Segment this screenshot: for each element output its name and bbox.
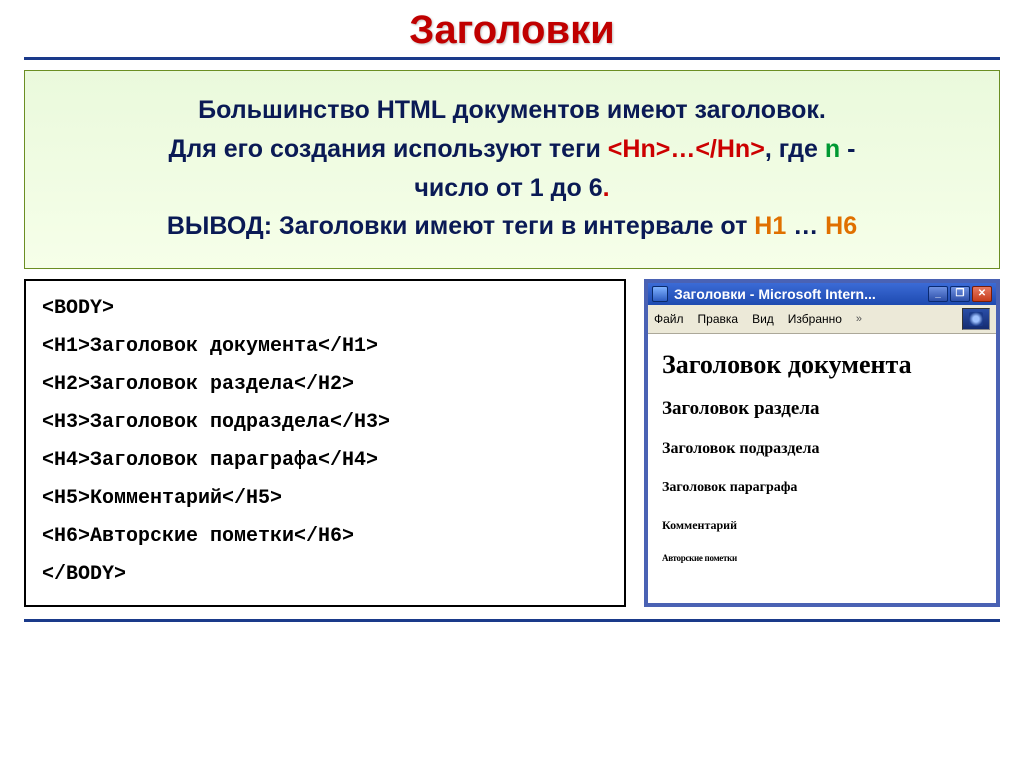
menu-overflow-icon[interactable]: » — [856, 313, 862, 325]
hero-tag-close: </Hn> — [695, 135, 764, 163]
hero-line2-c: - — [840, 135, 855, 163]
close-button[interactable]: ✕ — [972, 286, 992, 302]
window-controls: _ ❐ ✕ — [928, 286, 992, 302]
render-h6: Авторские пометки — [662, 553, 982, 563]
slide-title: Заголовки — [24, 8, 1000, 57]
hero-line3: число от 1 до 6 — [414, 174, 602, 202]
browser-content: Заголовок документа Заголовок раздела За… — [648, 334, 996, 603]
browser-titlebar[interactable]: Заголовки - Microsoft Intern... _ ❐ ✕ — [648, 283, 996, 305]
hero-line4-a: ВЫВОД: Заголовки имеют теги в интервале … — [167, 212, 754, 240]
browser-menubar: Файл Правка Вид Избранно » — [648, 305, 996, 334]
hero-explainer: Большинство HTML документов имеют заголо… — [24, 70, 1000, 269]
menu-favorites[interactable]: Избранно — [788, 312, 842, 326]
hero-line2-a: Для его создания используют теги — [169, 135, 608, 163]
bottom-divider — [24, 619, 1000, 622]
title-divider — [24, 57, 1000, 60]
ie-icon — [652, 286, 668, 302]
code-line-1: <BODY> — [42, 299, 608, 319]
browser-title-text: Заголовки - Microsoft Intern... — [674, 286, 922, 302]
code-line-7: <H6>Авторские пометки</H6> — [42, 527, 608, 547]
browser-window: Заголовки - Microsoft Intern... _ ❐ ✕ Фа… — [644, 279, 1000, 607]
code-panel: <BODY> <H1>Заголовок документа</H1> <H2>… — [24, 279, 626, 607]
menu-edit[interactable]: Правка — [698, 312, 739, 326]
render-h4: Заголовок параграфа — [662, 480, 982, 496]
code-line-3: <H2>Заголовок раздела</H2> — [42, 375, 608, 395]
code-line-6: <H5>Комментарий</H5> — [42, 489, 608, 509]
hero-line2-b: , где — [765, 135, 825, 163]
maximize-button[interactable]: ❐ — [950, 286, 970, 302]
code-line-8: </BODY> — [42, 565, 608, 585]
hero-ellipsis: … — [670, 135, 695, 163]
menu-file[interactable]: Файл — [654, 312, 684, 326]
render-h1: Заголовок документа — [662, 350, 982, 380]
hero-dot: . — [603, 174, 610, 202]
minimize-button[interactable]: _ — [928, 286, 948, 302]
hero-line1: Большинство HTML документов имеют заголо… — [198, 96, 826, 124]
hero-to: … — [786, 212, 825, 240]
lower-row: <BODY> <H1>Заголовок документа</H1> <H2>… — [24, 279, 1000, 607]
code-line-2: <H1>Заголовок документа</H1> — [42, 337, 608, 357]
throbber-icon — [962, 308, 990, 330]
menu-view[interactable]: Вид — [752, 312, 774, 326]
code-line-5: <H4>Заголовок параграфа</H4> — [42, 451, 608, 471]
render-h2: Заголовок раздела — [662, 398, 982, 420]
hero-h1: H1 — [754, 212, 786, 240]
render-h3: Заголовок подраздела — [662, 440, 982, 458]
hero-n: n — [825, 135, 840, 163]
hero-h6: H6 — [825, 212, 857, 240]
render-h5: Комментарий — [662, 518, 982, 533]
code-line-4: <H3>Заголовок подраздела</H3> — [42, 413, 608, 433]
hero-tag-open: <Hn> — [608, 135, 671, 163]
